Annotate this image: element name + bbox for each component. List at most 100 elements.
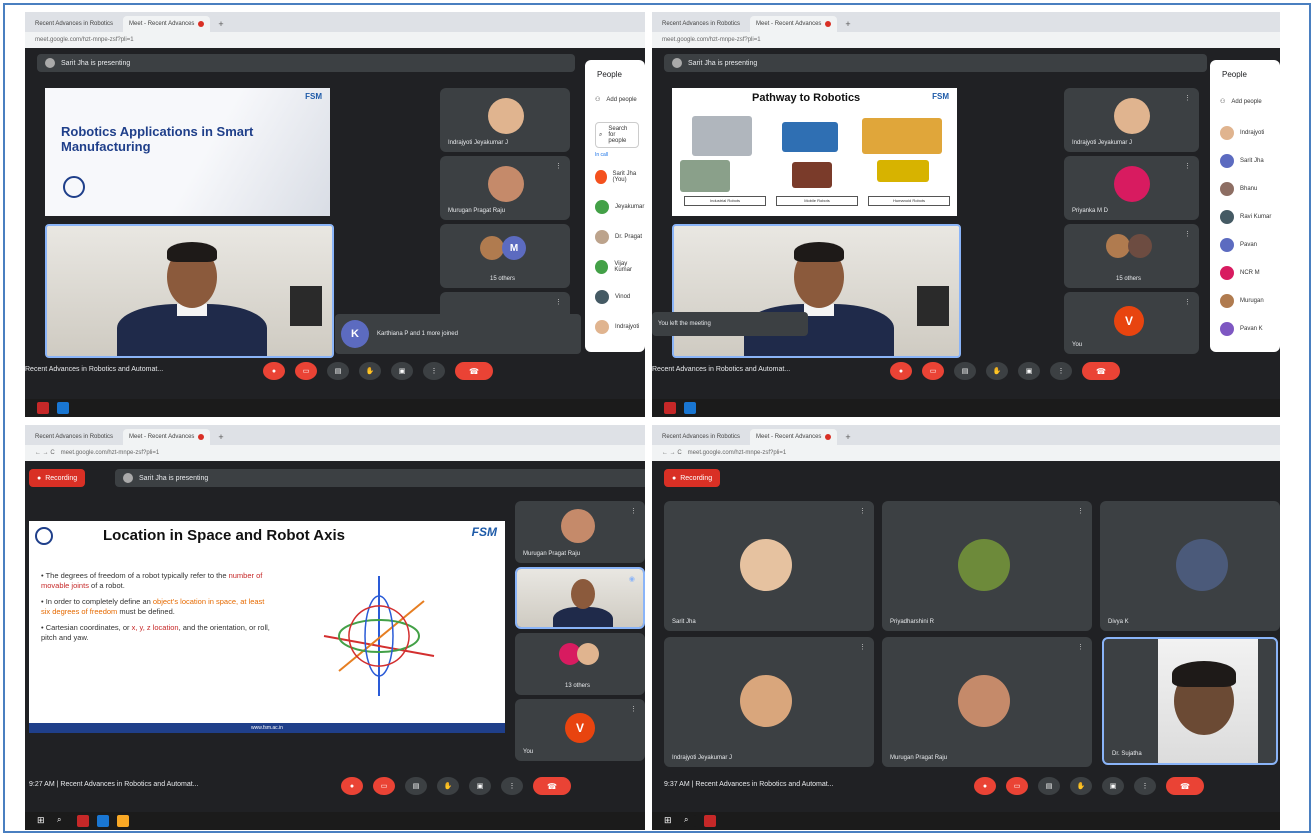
app-icon[interactable] xyxy=(57,402,69,414)
windows-start-icon[interactable]: ⊞ xyxy=(37,815,49,827)
participant-tile[interactable]: ⋮ Indrajyoti Jeyakumar J xyxy=(664,637,874,767)
pdf-app-icon[interactable] xyxy=(77,815,89,827)
people-title: People xyxy=(597,70,622,79)
new-tab-icon[interactable]: + xyxy=(218,16,223,32)
people-row[interactable]: Sarit Jha xyxy=(1220,154,1264,168)
folder-icon[interactable] xyxy=(117,815,129,827)
end-call-button[interactable]: ☎ xyxy=(1082,362,1120,380)
pdf-app-icon[interactable] xyxy=(704,815,716,827)
self-tile[interactable]: ⋮ V You xyxy=(515,699,645,761)
address-bar[interactable]: ← → Cmeet.google.com/hzt-mnpe-zsf?pli=1 xyxy=(652,445,1280,461)
mic-off-button[interactable]: ● xyxy=(341,777,363,795)
participant-tile[interactable]: ⋮ Priyanka M D xyxy=(1064,156,1199,220)
browser-tab-active[interactable]: Meet - Recent Advances xyxy=(750,16,838,32)
browser-tab[interactable]: Recent Advances in Robotics xyxy=(29,16,119,32)
browser-tab[interactable]: Recent Advances in Robotics xyxy=(656,16,746,32)
nav-arrows-icon[interactable]: ← → C xyxy=(35,450,55,456)
mic-off-button[interactable]: ● xyxy=(263,362,285,380)
people-row[interactable]: Pavan K xyxy=(1220,322,1263,336)
self-tile[interactable]: ⋮ V You xyxy=(1064,292,1199,354)
present-button[interactable]: ▣ xyxy=(391,362,413,380)
browser-tab[interactable]: Recent Advances in Robotics xyxy=(29,429,119,445)
present-button[interactable]: ▣ xyxy=(1018,362,1040,380)
others-tile[interactable]: M 15 others xyxy=(440,224,570,288)
participant-tile[interactable]: ⋮ Murugan Pragat Raju xyxy=(882,637,1092,767)
present-button[interactable]: ▣ xyxy=(469,777,491,795)
new-tab-icon[interactable]: + xyxy=(845,429,850,445)
participant-tile[interactable]: Indrajyoti Jeyakumar J xyxy=(440,88,570,152)
search-icon[interactable]: ⌕ xyxy=(57,815,69,827)
captions-button[interactable]: ▤ xyxy=(954,362,976,380)
raise-hand-button[interactable]: ✋ xyxy=(1070,777,1092,795)
new-tab-icon[interactable]: + xyxy=(218,429,223,445)
search-icon[interactable]: ⌕ xyxy=(684,815,696,827)
camera-off-button[interactable]: ▭ xyxy=(922,362,944,380)
present-button[interactable]: ▣ xyxy=(1102,777,1124,795)
participant-avatar xyxy=(958,539,1010,591)
people-row[interactable]: Dr. Pragat xyxy=(595,230,642,244)
app-icon[interactable] xyxy=(684,402,696,414)
people-row[interactable]: Murugan xyxy=(1220,294,1264,308)
more-options-button[interactable]: ⋮ xyxy=(1050,362,1072,380)
browser-tab[interactable]: Recent Advances in Robotics xyxy=(656,429,746,445)
add-people-button[interactable]: ⚇ Add people xyxy=(595,96,637,104)
new-tab-icon[interactable]: + xyxy=(845,16,850,32)
meet-area: Sarit Jha is presenting FSM Pathway to R… xyxy=(652,48,1280,399)
more-options-button[interactable]: ⋮ xyxy=(423,362,445,380)
call-controls: ● ▭ ▤ ✋ ▣ ⋮ ☎ xyxy=(974,777,1204,795)
windows-start-icon[interactable]: ⊞ xyxy=(664,815,676,827)
app-icon[interactable] xyxy=(97,815,109,827)
captions-button[interactable]: ▤ xyxy=(405,777,427,795)
recording-badge: ● Recording xyxy=(29,469,86,487)
captions-button[interactable]: ▤ xyxy=(327,362,349,380)
address-bar[interactable]: ← → Cmeet.google.com/hzt-mnpe-zsf?pli=1 xyxy=(25,445,645,461)
browser-tab-active[interactable]: Meet - Recent Advances xyxy=(123,16,211,32)
raise-hand-button[interactable]: ✋ xyxy=(359,362,381,380)
captions-button[interactable]: ▤ xyxy=(1038,777,1060,795)
participant-tile[interactable]: ⋮ Indrajyoti Jeyakumar J xyxy=(1064,88,1199,152)
more-options-button[interactable]: ⋮ xyxy=(1134,777,1156,795)
participant-avatar xyxy=(488,166,524,202)
end-call-button[interactable]: ☎ xyxy=(533,777,571,795)
nav-arrows-icon[interactable]: ← → C xyxy=(662,450,682,456)
presenter-tile[interactable]: ◉ xyxy=(515,567,645,629)
people-row[interactable]: Indrajyoti xyxy=(595,320,639,334)
person-avatar xyxy=(1220,266,1234,280)
participant-tile[interactable]: ⋮ Murugan Pragat Raju xyxy=(515,501,645,563)
participant-video-tile[interactable]: Dr. Sujatha xyxy=(1102,637,1278,765)
end-call-button[interactable]: ☎ xyxy=(455,362,493,380)
people-row[interactable]: Vijay Kumar xyxy=(595,260,645,274)
address-bar[interactable]: meet.google.com/hzt-mnpe-zsf?pli=1 xyxy=(652,32,1280,48)
people-search-input[interactable]: ⌕ Search for people xyxy=(595,122,639,148)
participant-tile[interactable]: ⋮ Priyadharshini R xyxy=(882,501,1092,631)
mic-off-button[interactable]: ● xyxy=(974,777,996,795)
others-tile[interactable]: 13 others xyxy=(515,633,645,695)
people-row[interactable]: Vinod xyxy=(595,290,630,304)
people-row[interactable]: Ravi Kumar xyxy=(1220,210,1271,224)
people-row[interactable]: Pavan xyxy=(1220,238,1257,252)
participant-tile[interactable]: ⋮ Murugan Pragat Raju xyxy=(440,156,570,220)
people-row[interactable]: Sarit Jha (You) xyxy=(595,170,645,184)
mic-off-button[interactable]: ● xyxy=(890,362,912,380)
add-people-button[interactable]: ⚇ Add people xyxy=(1220,98,1262,106)
others-tile[interactable]: ⋮ 15 others xyxy=(1064,224,1199,288)
camera-off-button[interactable]: ▭ xyxy=(295,362,317,380)
raise-hand-button[interactable]: ✋ xyxy=(986,362,1008,380)
browser-tab-active[interactable]: Meet - Recent Advances xyxy=(750,429,838,445)
camera-off-button[interactable]: ▭ xyxy=(373,777,395,795)
browser-tab-active[interactable]: Meet - Recent Advances xyxy=(123,429,211,445)
pdf-app-icon[interactable] xyxy=(664,402,676,414)
people-row[interactable]: Indrajyoti xyxy=(1220,126,1264,140)
people-row[interactable]: Jeyakumar xyxy=(595,200,644,214)
camera-off-button[interactable]: ▭ xyxy=(1006,777,1028,795)
people-row[interactable]: NCR M xyxy=(1220,266,1260,280)
more-options-button[interactable]: ⋮ xyxy=(501,777,523,795)
pdf-app-icon[interactable] xyxy=(37,402,49,414)
end-call-button[interactable]: ☎ xyxy=(1166,777,1204,795)
participant-tile[interactable]: ⋮ Sarit Jha xyxy=(664,501,874,631)
participant-tile[interactable]: Divya K xyxy=(1100,501,1280,631)
address-bar[interactable]: meet.google.com/hzt-mnpe-zsf?pli=1 xyxy=(25,32,645,48)
people-row[interactable]: Bhanu xyxy=(1220,182,1257,196)
recording-badge: ● Recording xyxy=(664,469,721,487)
raise-hand-button[interactable]: ✋ xyxy=(437,777,459,795)
